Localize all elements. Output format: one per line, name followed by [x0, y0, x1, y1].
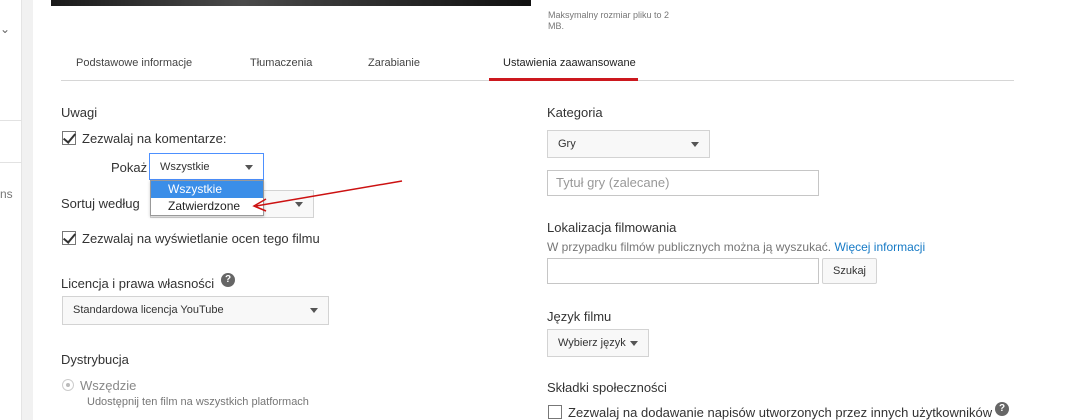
location-heading: Lokalizacja filmowania: [547, 220, 677, 235]
nav-item-fragment[interactable]: ns: [0, 187, 13, 201]
chevron-down-icon: [295, 202, 303, 207]
allow-ratings-label: Zezwalaj na wyświetlanie ocen tego filmu: [82, 231, 320, 246]
distribution-everywhere-radio[interactable]: [62, 379, 74, 391]
divider: [0, 162, 22, 163]
location-help-text: W przypadku filmów publicznych można ją …: [547, 240, 832, 254]
allow-ratings-checkbox[interactable]: [62, 231, 76, 245]
license-heading: Licencja i prawa własności: [61, 276, 215, 291]
category-value: Gry: [558, 138, 576, 150]
active-tab-indicator: [489, 78, 638, 81]
max-file-size-note: Maksymalny rozmiar pliku to 2 MB.: [548, 10, 670, 31]
left-nav-panel: ⌄ ns: [0, 0, 22, 420]
allow-subtitles-checkbox[interactable]: [548, 405, 562, 419]
allow-subtitles-label: Zezwalaj na dodawanie napisów utworzonyc…: [568, 405, 993, 420]
chevron-icon[interactable]: ⌄: [0, 22, 10, 36]
allow-comments-label: Zezwalaj na komentarze:: [82, 131, 227, 146]
game-title-input[interactable]: Tytuł gry (zalecane): [547, 170, 819, 196]
more-info-link[interactable]: Więcej informacji: [834, 240, 925, 254]
dropdown-option-approved[interactable]: Zatwierdzone: [151, 198, 263, 215]
chevron-down-icon: [630, 341, 638, 346]
show-comments-dropdown: Wszystkie Zatwierdzone: [150, 180, 264, 216]
settings-tabs: Podstawowe informacje Tłumaczenia Zarabi…: [61, 48, 1014, 81]
distribution-everywhere-label: Wszędzie: [80, 378, 137, 393]
language-select[interactable]: Wybierz język: [547, 329, 649, 357]
show-comments-label: Pokaż: [111, 160, 148, 175]
question-icon[interactable]: ?: [995, 402, 1009, 416]
tab-translations[interactable]: Tłumaczenia: [250, 57, 312, 69]
language-heading: Język filmu: [547, 309, 612, 324]
license-value: Standardowa licencja YouTube: [73, 304, 224, 316]
location-help: W przypadku filmów publicznych można ją …: [547, 240, 925, 254]
distribution-everywhere-desc: Udostępnij ten film na wszystkich platfo…: [87, 396, 309, 408]
question-icon[interactable]: ?: [221, 273, 235, 287]
video-settings-card: Maksymalny rozmiar pliku to 2 MB. Podsta…: [33, 0, 1077, 420]
show-comments-select[interactable]: Wszystkie: [149, 153, 264, 180]
sort-by-label: Sortuj według: [61, 196, 140, 211]
dropdown-option-all[interactable]: Wszystkie: [151, 181, 263, 198]
divider: [0, 120, 22, 121]
category-select[interactable]: Gry: [547, 130, 710, 158]
search-location-button[interactable]: Szukaj: [822, 258, 877, 284]
chevron-down-icon: [245, 165, 253, 170]
video-thumbnail[interactable]: [51, 0, 531, 6]
show-comments-value: Wszystkie: [160, 161, 210, 173]
comments-heading: Uwagi: [61, 105, 98, 120]
chevron-down-icon: [310, 308, 318, 313]
allow-comments-checkbox[interactable]: [62, 131, 76, 145]
distribution-heading: Dystrybucja: [61, 352, 129, 367]
location-input[interactable]: [547, 258, 819, 284]
tab-advanced-settings[interactable]: Ustawienia zaawansowane: [503, 57, 636, 69]
game-title-placeholder: Tytuł gry (zalecane): [556, 175, 670, 190]
category-heading: Kategoria: [547, 105, 603, 120]
language-select-label: Wybierz język: [558, 337, 626, 349]
community-heading: Składki społeczności: [547, 380, 667, 395]
license-select[interactable]: Standardowa licencja YouTube: [62, 296, 329, 325]
chevron-down-icon: [691, 142, 699, 147]
tab-basic-info[interactable]: Podstawowe informacje: [76, 57, 192, 69]
tab-monetization[interactable]: Zarabianie: [368, 57, 420, 69]
